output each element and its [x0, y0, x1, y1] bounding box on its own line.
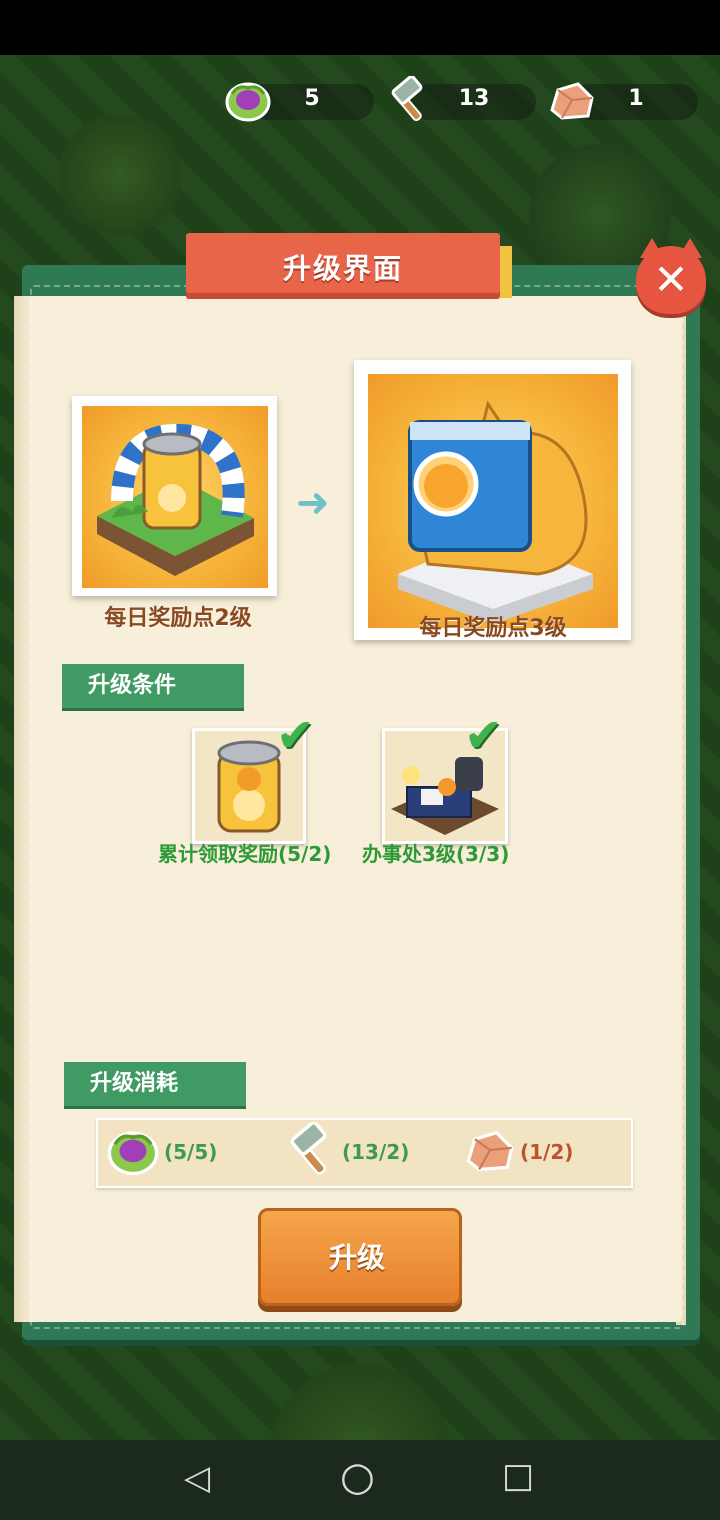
current-building-image — [82, 406, 268, 588]
cabbage-count: 5 — [304, 86, 320, 111]
section-tag-conditions: 升级条件 — [62, 664, 244, 708]
next-level-label: 每日奖励点3级 — [419, 616, 567, 641]
dialog-title: 升级界面 — [282, 252, 403, 285]
hammer-icon — [284, 1121, 340, 1182]
recents-icon[interactable]: □ — [502, 1456, 534, 1496]
back-icon[interactable]: ◁ — [184, 1458, 210, 1498]
stone-icon — [548, 76, 596, 124]
section-tag-label: 升级消耗 — [90, 1071, 179, 1096]
check-icon: ✔ — [276, 708, 315, 762]
condition-label: 办事处3级(3/3) — [362, 842, 510, 866]
book-spine — [14, 296, 32, 1322]
current-level-label: 每日奖励点2级 — [104, 606, 252, 631]
close-icon[interactable]: ✕ — [636, 252, 706, 308]
tag-notch — [218, 664, 232, 708]
cost-stone-value: (1/2) — [520, 1140, 574, 1164]
cost-cabbage-value: (5/5) — [164, 1140, 218, 1164]
stone-count: 1 — [628, 86, 644, 111]
status-bar — [0, 0, 720, 55]
home-icon[interactable]: ○ — [340, 1454, 375, 1500]
hammer-icon — [386, 75, 434, 124]
cabbage-icon — [106, 1124, 160, 1182]
condition-label: 累计领取奖励(5/2) — [158, 842, 332, 866]
stone-icon — [462, 1124, 518, 1180]
upgrade-button-label[interactable]: 升级 — [258, 1236, 456, 1276]
check-icon: ✔ — [464, 708, 503, 762]
tag-notch — [220, 1062, 234, 1106]
cabbage-icon — [224, 76, 272, 124]
section-tag-label: 升级条件 — [88, 673, 177, 698]
next-building-image — [368, 374, 618, 628]
arrow-right-icon: ➜ — [296, 480, 330, 526]
hammer-count: 13 — [458, 86, 490, 111]
section-tag-cost: 升级消耗 — [64, 1062, 246, 1106]
cost-hammer-value: (13/2) — [342, 1140, 410, 1164]
